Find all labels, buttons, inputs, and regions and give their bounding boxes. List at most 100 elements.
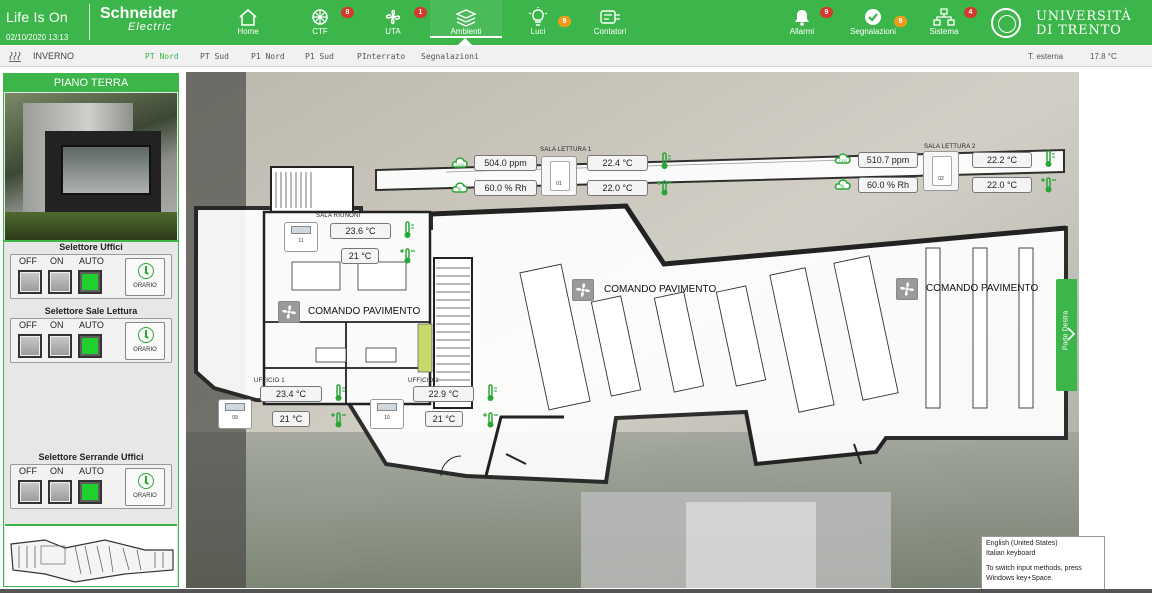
nav-label: Ambienti xyxy=(450,27,482,36)
tab-pt-nord[interactable]: PT Nord xyxy=(145,52,179,61)
floor-command-button[interactable] xyxy=(572,279,594,301)
off-label: OFF xyxy=(19,320,37,330)
sala-lettura-2-humidity: 60.0 % Rh xyxy=(858,177,918,193)
sala-lettura-1-setpoint[interactable]: 22.0 °C xyxy=(587,180,648,196)
tab-pt-sud[interactable]: PT Sud xyxy=(200,52,229,61)
ufficio-1-thermostat[interactable]: 09 xyxy=(218,399,252,429)
schedule-label: ORARIO xyxy=(133,493,157,499)
brand-life-is-on: Life Is On xyxy=(6,9,68,25)
tab-p1-sud[interactable]: P1 Sud xyxy=(305,52,334,61)
nav-segnalazioni-button[interactable]: Segnalazioni 9 xyxy=(843,0,907,38)
nav-label: Allarmi xyxy=(789,27,815,36)
sala-lettura-2-sensor[interactable]: 02 xyxy=(923,151,959,191)
nav-label: UTA xyxy=(385,27,401,36)
building-photo xyxy=(5,93,177,240)
sala-lettura-2-co2: 510.7 ppm xyxy=(858,152,918,168)
bottom-border xyxy=(0,589,1152,593)
tab-segnalazioni[interactable]: Segnalazioni xyxy=(421,52,479,61)
setpoint-thermometer-icon[interactable] xyxy=(481,410,499,428)
university-name: UNIVERSITÀ DI TRENTO xyxy=(1036,10,1132,38)
serrande-auto-button[interactable] xyxy=(78,480,102,504)
nav-allarmi-button[interactable]: Allarmi 9 xyxy=(782,0,833,38)
nav-uta-button[interactable]: UTA 1 xyxy=(373,0,427,38)
sale-lettura-auto-button[interactable] xyxy=(78,334,102,358)
university-line2: DI TRENTO xyxy=(1036,23,1122,38)
sala-lettura-1-sensor[interactable]: 01 xyxy=(541,156,577,196)
uffici-schedule-button[interactable]: ORARIO xyxy=(125,258,165,296)
photo-window xyxy=(61,145,151,195)
nav-ambienti-button[interactable]: Ambienti xyxy=(430,0,502,38)
university-logo: UNIVERSITÀ DI TRENTO xyxy=(991,8,1151,38)
uta-badge: 1 xyxy=(414,7,427,18)
home-icon xyxy=(239,8,257,26)
thermostat-id: 10 xyxy=(384,415,390,421)
floor-command-button[interactable] xyxy=(278,301,300,323)
serrande-schedule-button[interactable]: ORARIO xyxy=(125,468,165,506)
schedule-label: ORARIO xyxy=(133,347,157,353)
sale-lettura-schedule-button[interactable]: ORARIO xyxy=(125,322,165,360)
ufficio-2-setpoint[interactable]: 21 °C xyxy=(425,411,463,427)
humidity-cloud-icon: % xyxy=(451,182,468,193)
uffici-auto-button[interactable] xyxy=(78,270,102,294)
sale-lettura-off-button[interactable] xyxy=(18,334,42,358)
check-icon xyxy=(865,9,881,25)
floor-minimap[interactable] xyxy=(5,524,177,586)
setpoint-thermometer-icon[interactable] xyxy=(655,178,673,196)
sala-riunioni-title: SALA RIUNONI xyxy=(316,213,361,219)
svg-text:CO2: CO2 xyxy=(456,162,465,167)
floor-title: PIANO TERRA xyxy=(4,74,178,92)
season-mode: INVERNO xyxy=(33,51,75,61)
on-label: ON xyxy=(50,466,64,476)
clock-icon xyxy=(138,327,154,343)
ufficio-2-thermostat[interactable]: 10 xyxy=(370,399,404,429)
serrande-on-button[interactable] xyxy=(48,480,72,504)
svg-text:%: % xyxy=(457,187,462,193)
ufficio-1-setpoint[interactable]: 21 °C xyxy=(272,411,310,427)
setpoint-thermometer-icon[interactable] xyxy=(398,246,416,264)
fan-icon xyxy=(576,283,590,297)
on-label: ON xyxy=(50,256,64,266)
nav-home-button[interactable]: Home xyxy=(228,0,268,38)
nav-luci-button[interactable]: Luci 9 xyxy=(518,0,571,38)
nav-label: Luci xyxy=(530,27,546,36)
floor-command-label: COMANDO PAVIMENTO xyxy=(926,283,1039,294)
uffici-on-button[interactable] xyxy=(48,270,72,294)
auto-label: AUTO xyxy=(79,466,104,476)
fan-icon xyxy=(282,305,296,319)
humidity-cloud-icon: % xyxy=(834,179,851,190)
vendor-sub: Electric xyxy=(128,21,173,33)
nav-contatori-button[interactable]: Contatori xyxy=(586,0,634,38)
setpoint-thermometer-icon[interactable] xyxy=(329,410,347,428)
sala-riunioni-setpoint[interactable]: 21 °C xyxy=(341,248,379,264)
right-part-tab[interactable]: Parte Destra xyxy=(1056,279,1077,391)
sala-lettura-2-setpoint[interactable]: 22.0 °C xyxy=(972,177,1032,193)
ambienti-layers-icon xyxy=(455,9,477,27)
floor-command-button[interactable] xyxy=(896,278,918,300)
tab-p1-nord[interactable]: P1 Nord xyxy=(251,52,285,61)
minimap-drawing xyxy=(10,539,174,583)
ctf-icon xyxy=(312,9,328,25)
uffici-off-button[interactable] xyxy=(18,270,42,294)
setpoint-thermometer-icon[interactable] xyxy=(1039,175,1057,193)
serrande-off-button[interactable] xyxy=(18,480,42,504)
header-divider xyxy=(89,4,90,40)
ctf-badge: 8 xyxy=(341,7,354,18)
nav-ctf-button[interactable]: CTF 8 xyxy=(300,0,354,38)
tab-pinterrato[interactable]: PInterrato xyxy=(357,52,405,61)
brand-text: Life Is On xyxy=(6,9,68,25)
sensor-id: 02 xyxy=(938,176,944,182)
co2-cloud-icon: CO2 xyxy=(451,157,468,168)
chevron-right-icon xyxy=(1067,327,1075,341)
thermostat-id: 09 xyxy=(232,415,238,421)
ime-language: English (United States) xyxy=(986,540,1058,547)
sala-lettura-2-title: SALA LETTURA 2 xyxy=(924,144,976,150)
thermometer-icon xyxy=(1045,150,1055,167)
nav-label: Sistema xyxy=(929,27,959,36)
nav-sistema-button[interactable]: Sistema 4 xyxy=(922,0,977,38)
sala-riunioni-thermostat[interactable]: 11 xyxy=(284,222,318,252)
sale-lettura-on-button[interactable] xyxy=(48,334,72,358)
schedule-label: ORARIO xyxy=(133,283,157,289)
schneider-logo: Schneider Electric xyxy=(100,6,177,33)
active-nav-indicator xyxy=(458,38,472,45)
university-line1: UNIVERSITÀ xyxy=(1036,9,1132,24)
